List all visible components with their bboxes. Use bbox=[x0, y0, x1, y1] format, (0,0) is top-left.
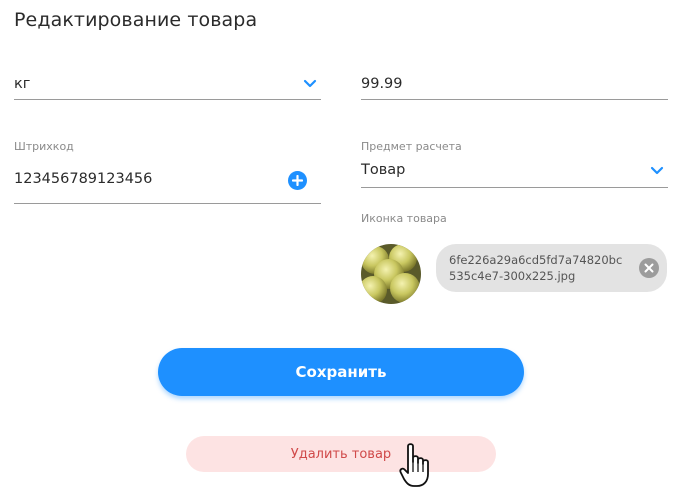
price-input-value: 99.99 bbox=[361, 76, 403, 92]
barcode-input-value: 123456789123456 bbox=[14, 171, 153, 187]
barcode-label: Штрихкод bbox=[14, 140, 74, 153]
payment-subject-select[interactable]: Товар bbox=[361, 156, 668, 188]
plus-circle-icon[interactable] bbox=[288, 171, 307, 190]
file-chip: 6fe226a29a6cd5fd7a74820bc535c4e7-300x225… bbox=[436, 244, 667, 292]
product-icon-preview bbox=[361, 244, 421, 304]
plus-icon bbox=[292, 175, 303, 186]
page-title: Редактирование товара bbox=[14, 9, 258, 31]
close-icon bbox=[644, 263, 654, 273]
unit-select-underline bbox=[14, 99, 321, 100]
product-icon-label: Иконка товара bbox=[361, 212, 447, 225]
payment-subject-value: Товар bbox=[361, 162, 406, 178]
unit-select-value: кг bbox=[14, 76, 31, 92]
price-input-underline bbox=[361, 99, 668, 100]
chevron-down-icon bbox=[650, 166, 664, 175]
payment-subject-underline bbox=[361, 187, 668, 188]
apples-image bbox=[361, 244, 421, 304]
save-button[interactable]: Сохранить bbox=[158, 348, 524, 396]
barcode-input[interactable]: 123456789123456 bbox=[14, 166, 321, 204]
barcode-input-underline bbox=[14, 203, 321, 204]
chevron-down-icon bbox=[303, 79, 317, 88]
close-circle-icon[interactable] bbox=[639, 258, 659, 278]
file-name: 6fe226a29a6cd5fd7a74820bc535c4e7-300x225… bbox=[449, 253, 623, 283]
price-input[interactable]: 99.99 bbox=[361, 70, 668, 100]
delete-product-button[interactable]: Удалить товар bbox=[186, 436, 496, 472]
hand-cursor-icon bbox=[399, 443, 429, 487]
payment-subject-label: Предмет расчета bbox=[361, 140, 462, 153]
unit-select[interactable]: кг bbox=[14, 70, 321, 100]
